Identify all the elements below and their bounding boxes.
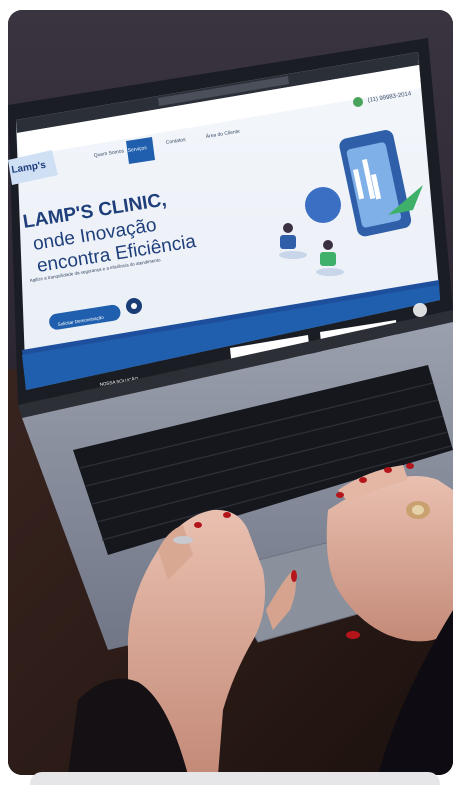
whatsapp-icon	[353, 97, 363, 107]
bottom-card	[30, 772, 440, 785]
scroll-up-icon	[413, 303, 427, 317]
laptop-photo: Lamp's Quem Somos Serviços Contatos Área…	[8, 10, 453, 775]
ring-icon	[173, 536, 193, 544]
photo-frame: Lamp's Quem Somos Serviços Contatos Área…	[8, 10, 453, 775]
